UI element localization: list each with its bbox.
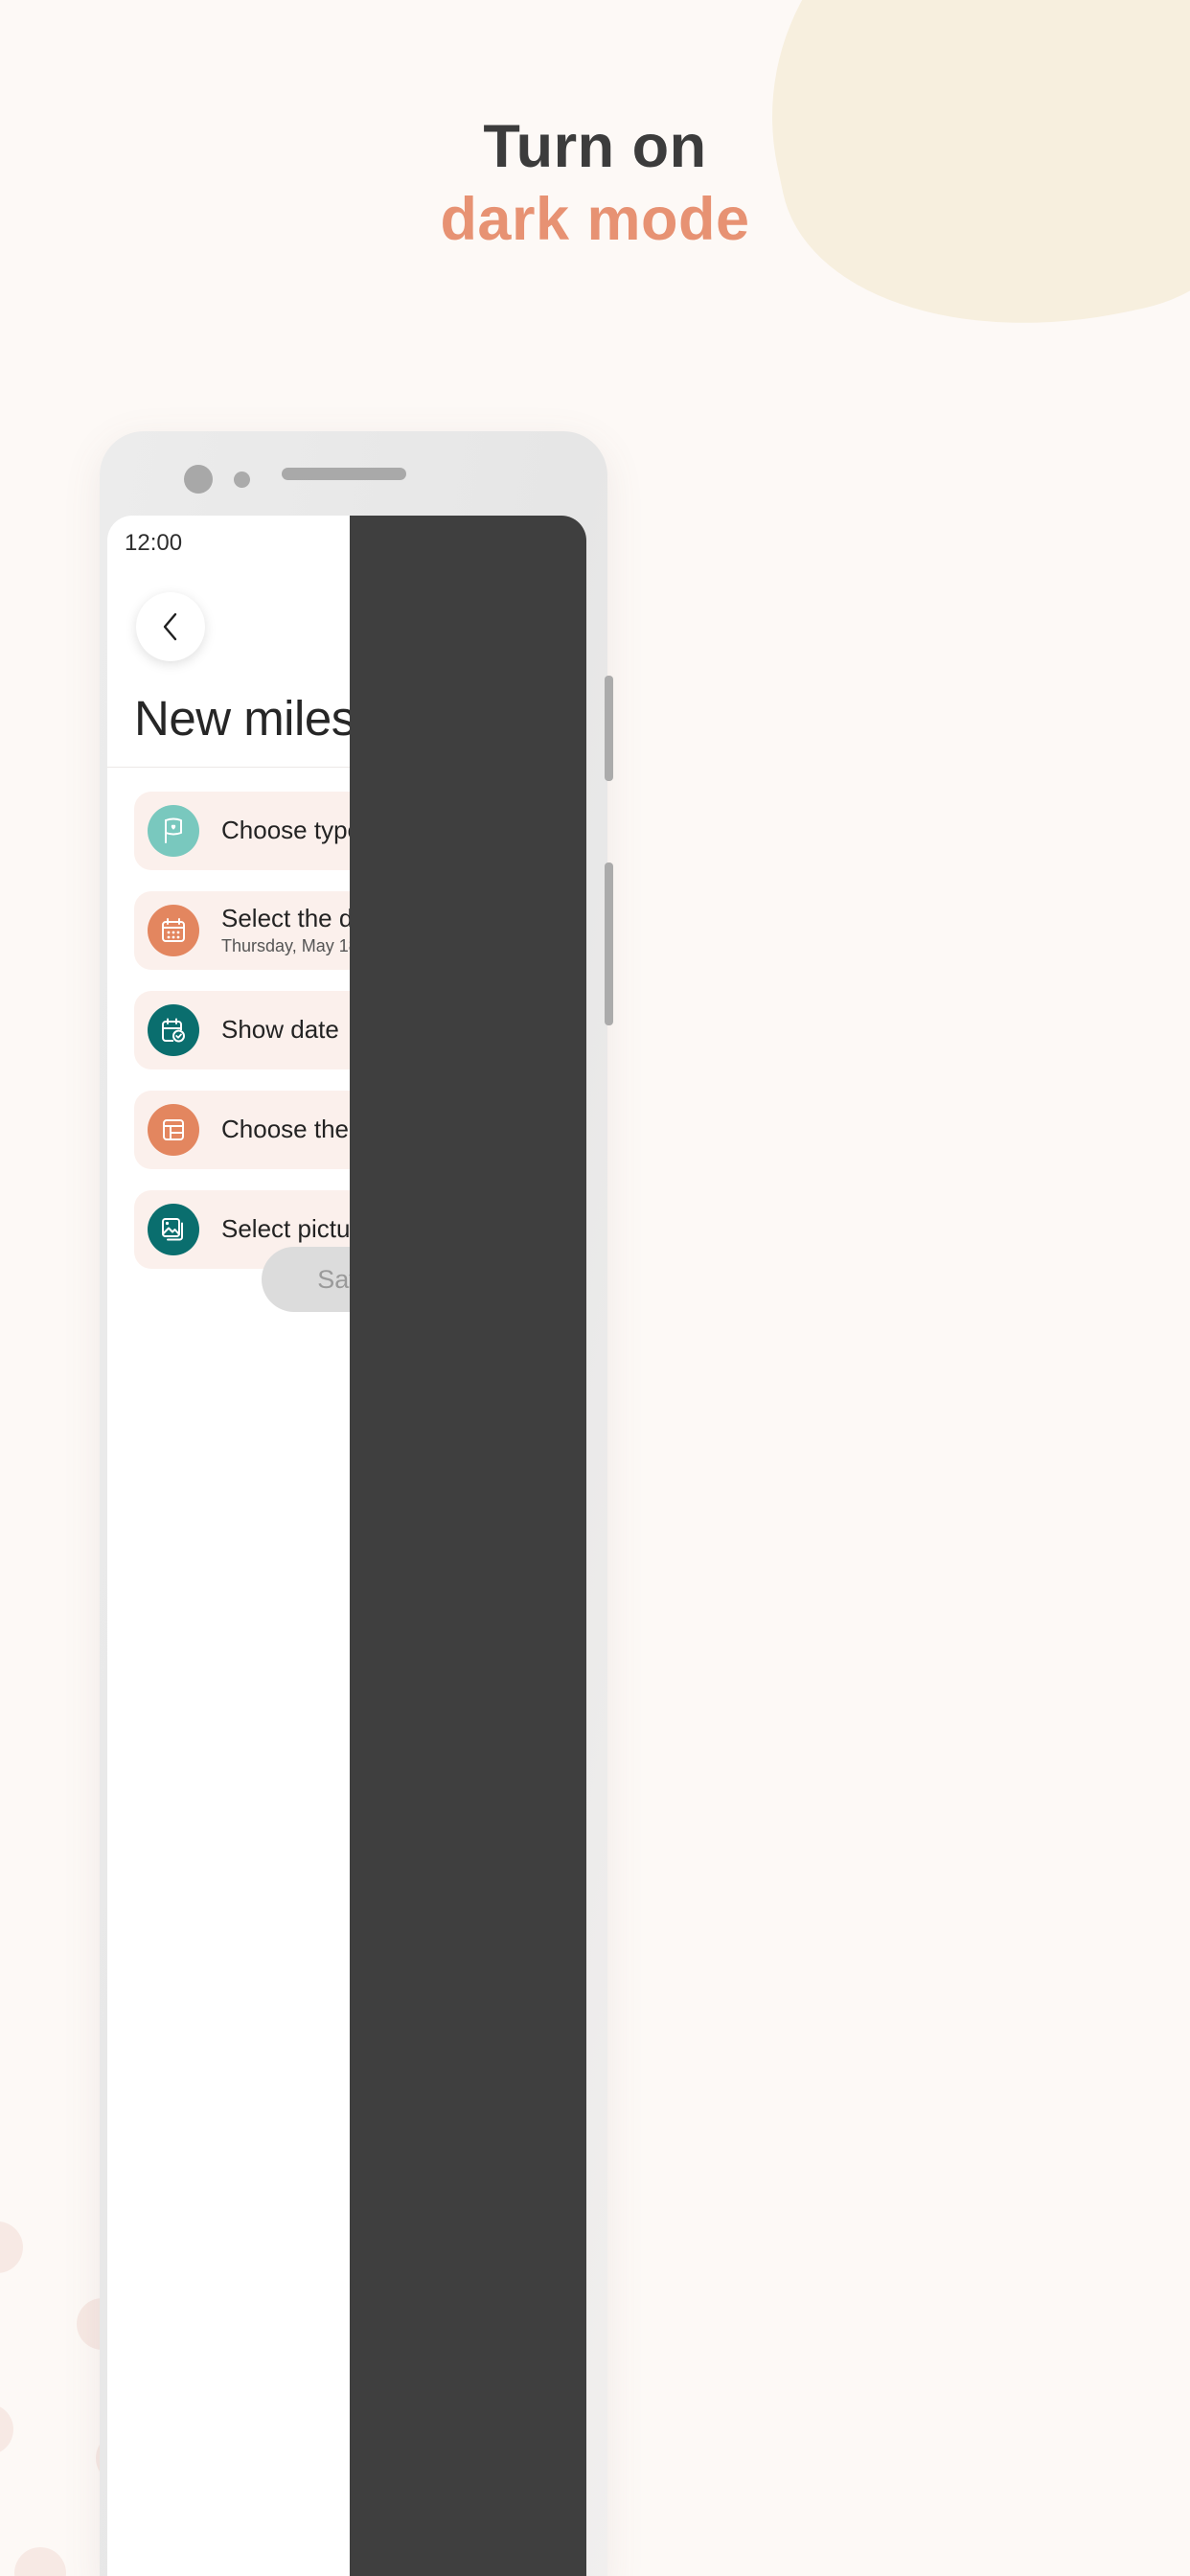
status-clock: 12:00 [125,530,183,556]
page-title: New milestone [134,691,448,746]
phone-mockup: 12:00 New milestone Choose type Select t… [100,431,613,2576]
layout-theme-icon [148,1104,199,1156]
background-dot [0,2404,13,2455]
list-item-show-date[interactable]: Show date [134,991,560,1070]
battery-icon [549,530,565,557]
volume-button[interactable] [605,862,613,1025]
toggle-knob [502,1009,544,1051]
status-bar: 12:00 [107,516,586,571]
list-item-subtitle: Thursday, May 18, 2023 [221,935,406,955]
earpiece-speaker-icon [282,468,406,480]
sensor-dot-icon [234,472,250,488]
list-item-choose-theme[interactable]: Choose theme [134,1091,560,1169]
list-item-text: Choose type [221,816,523,845]
save-button-label: Save [317,1264,377,1294]
list-item-text: Select the date Thursday, May 18, 2023 [221,904,542,956]
list-item-title: Select the date [221,904,388,933]
save-button-label: Save [109,1264,137,1294]
photo-stack-icon [148,1204,199,1255]
phone-screen: 12:00 New milestone Choose type Select t… [107,516,586,2576]
header-divider [107,767,586,768]
background-dot [14,2547,66,2576]
camera-dot-icon [184,465,213,494]
list-item-select-date[interactable]: Select the date Thursday, May 18, 2023 [134,891,560,970]
signal-triangle-icon [514,533,537,552]
list-item-title: Show date [221,1015,339,1045]
list-item-text: Show date [221,1015,473,1045]
chevron-right-icon [523,816,542,845]
status-system-icons [512,530,565,557]
chevron-left-icon [163,612,177,641]
power-button[interactable] [605,676,613,781]
chevron-right-icon [523,1116,542,1144]
show-date-toggle[interactable] [473,1009,544,1051]
headline-line-2: dark mode [440,185,750,253]
list-item-text: Choose theme [221,1115,523,1144]
list-item-title: Choose theme [221,1115,384,1144]
list-item-text: Select picture [221,1214,542,1244]
settings-list: Choose type Select the date Thursday, Ma… [134,792,560,1290]
flag-heart-icon [148,805,199,857]
back-button[interactable] [136,592,205,661]
page-headline: Turn on dark mode [0,113,1190,259]
list-item-title: Select picture [221,1214,373,1244]
list-item-title: Choose type [221,816,361,845]
headline-line-1: Turn on [483,113,707,180]
list-item-choose-type[interactable]: Choose type [134,792,560,870]
save-button[interactable]: Save [262,1247,432,1312]
calendar-check-icon [148,1004,199,1056]
calendar-icon [148,905,199,956]
background-dot [0,2221,23,2273]
